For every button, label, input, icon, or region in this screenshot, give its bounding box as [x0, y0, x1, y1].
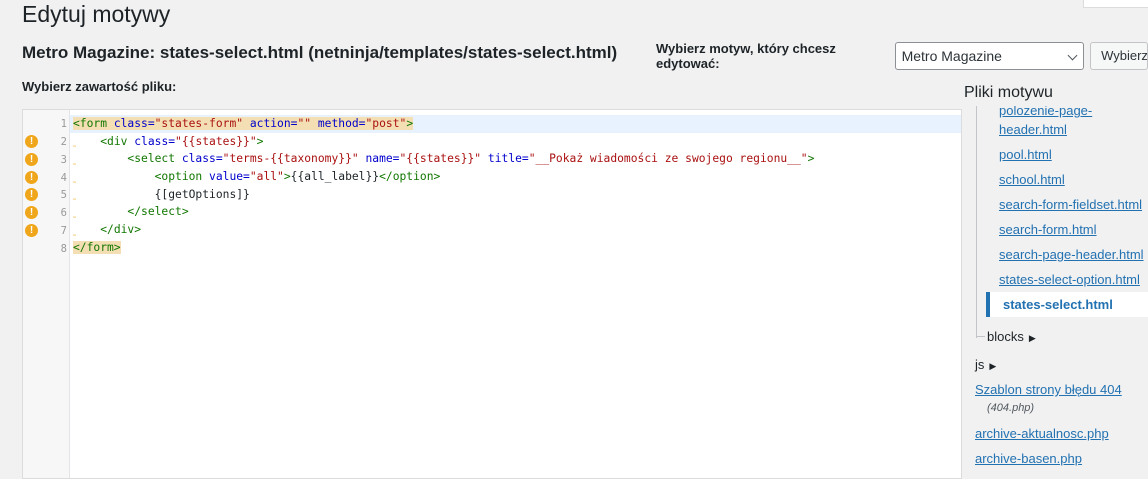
- line-number: 7: [60, 225, 67, 237]
- triangle-right-icon: ▶: [989, 361, 997, 371]
- theme-chooser: Wybierz motyw, który chcesz edytować: Me…: [656, 41, 1148, 71]
- code-string: "post": [365, 117, 407, 130]
- code-tag: <form: [73, 117, 108, 130]
- tree-rail-end: [976, 328, 985, 337]
- file-link[interactable]: search-form.html: [999, 222, 1097, 237]
- code-string: "states-form": [154, 117, 244, 130]
- code-lines[interactable]: <form class="states-form" action="" meth…: [70, 115, 961, 257]
- code-attr: method=: [311, 117, 366, 130]
- code-text: {[getOptions]}: [154, 187, 250, 201]
- page-title: Edytuj motywy: [22, 1, 171, 27]
- code-attr: title=: [481, 152, 529, 166]
- tree-rail: [976, 106, 977, 338]
- warning-icon[interactable]: !: [25, 224, 38, 237]
- code-tag: >: [406, 117, 414, 130]
- code-tag: >: [256, 134, 264, 148]
- help-tab[interactable]: [1083, 0, 1148, 8]
- warning-icon[interactable]: !: [25, 206, 38, 219]
- folder-label: js: [975, 357, 985, 372]
- code-tag: >: [283, 170, 291, 184]
- warning-icon[interactable]: !: [25, 188, 38, 201]
- code-tag: </form>: [73, 240, 121, 254]
- code-line: </div>: [70, 221, 961, 239]
- code-tag: <div: [100, 134, 128, 148]
- file-link[interactable]: pool.html: [999, 147, 1052, 162]
- choose-theme-button[interactable]: Wybierz: [1090, 42, 1148, 70]
- code-tag: </select>: [127, 205, 189, 219]
- file-link[interactable]: search-form-fieldset.html: [999, 197, 1142, 212]
- code-tag: </div>: [100, 223, 142, 237]
- line-number: 3: [60, 154, 67, 166]
- code-string: "all": [249, 170, 284, 184]
- code-editor[interactable]: 1 ! 2 ˷ ! 3 ˷ ! 4 ˷ ! 5 ˷ ! 6 ˷ ! 7 ˷ 8 …: [22, 109, 962, 479]
- code-tag: >: [807, 152, 815, 166]
- code-line: {[getOptions]}: [70, 186, 961, 204]
- code-text: {{all_label}}: [290, 170, 380, 184]
- code-line: <form class="states-form" action="" meth…: [70, 115, 961, 133]
- folder-label: blocks: [987, 329, 1024, 344]
- line-number: 2: [60, 136, 67, 148]
- file-content-label: Wybierz zawartość pliku:: [22, 79, 177, 94]
- line-number: 6: [60, 207, 67, 219]
- template-link[interactable]: archive-basen.php: [975, 451, 1082, 466]
- line-number: 1: [60, 118, 67, 130]
- code-attr: name=: [358, 152, 400, 166]
- code-string: "terms-{{taxonomy}}": [222, 152, 359, 166]
- code-tag: <select: [127, 152, 176, 166]
- file-link[interactable]: states-select-option.html: [999, 272, 1140, 287]
- code-line: </select>: [70, 203, 961, 221]
- theme-select-value: Metro Magazine: [901, 48, 1002, 64]
- line-number: 4: [60, 172, 67, 184]
- triangle-right-icon: ▶: [1028, 333, 1036, 343]
- code-attr: class=: [175, 152, 223, 166]
- code-line: </form>: [70, 239, 961, 257]
- warning-icon[interactable]: !: [25, 135, 38, 148]
- code-line: <select class="terms-{{taxonomy}}" name=…: [70, 150, 961, 168]
- theme-select-label: Wybierz motyw, który chcesz edytować:: [656, 41, 836, 71]
- theme-select[interactable]: Metro Magazine: [894, 42, 1085, 70]
- code-line: <option value="all">{{all_label}}</optio…: [70, 168, 961, 186]
- code-attr: action=: [243, 117, 298, 130]
- code-tag: </option>: [379, 170, 441, 184]
- chevron-down-icon: [1067, 50, 1078, 61]
- current-file-link[interactable]: states-select.html: [986, 292, 1148, 317]
- warning-icon[interactable]: !: [25, 171, 38, 184]
- code-attr: class=: [107, 117, 155, 130]
- code-string: "{{states}}": [399, 152, 482, 166]
- folder-js[interactable]: js ▶: [975, 357, 996, 372]
- file-link[interactable]: search-page-header.html: [999, 247, 1144, 262]
- file-heading: Metro Magazine: states-select.html (netn…: [22, 43, 618, 62]
- code-line: <div class="{{states}}">: [70, 133, 961, 151]
- file-link[interactable]: header.html: [999, 122, 1067, 137]
- template-filename: (404.php): [987, 402, 1035, 414]
- theme-file-tree[interactable]: polozenie-page- header.html pool.html sc…: [962, 106, 1148, 466]
- warning-icon[interactable]: !: [25, 153, 38, 166]
- theme-files-title: Pliki motywu: [964, 84, 1053, 101]
- template-link[interactable]: archive-aktualnosc.php: [975, 426, 1109, 441]
- code-string: "__Pokaż wiadomości ze swojego regionu__…: [528, 152, 808, 166]
- code-attr: value=: [202, 170, 250, 184]
- code-string: "{{states}}": [175, 134, 257, 148]
- line-number: 8: [60, 243, 67, 255]
- code-attr: class=: [127, 134, 176, 148]
- current-file-label: states-select.html: [1003, 297, 1113, 312]
- code-string: "": [297, 117, 312, 130]
- folder-blocks[interactable]: blocks ▶: [987, 329, 1036, 344]
- file-link[interactable]: polozenie-page-: [999, 106, 1092, 118]
- code-tag: <option: [154, 170, 203, 184]
- line-number: 5: [60, 189, 67, 201]
- file-link[interactable]: school.html: [999, 172, 1065, 187]
- template-link-404[interactable]: Szablon strony błędu 404: [975, 382, 1122, 397]
